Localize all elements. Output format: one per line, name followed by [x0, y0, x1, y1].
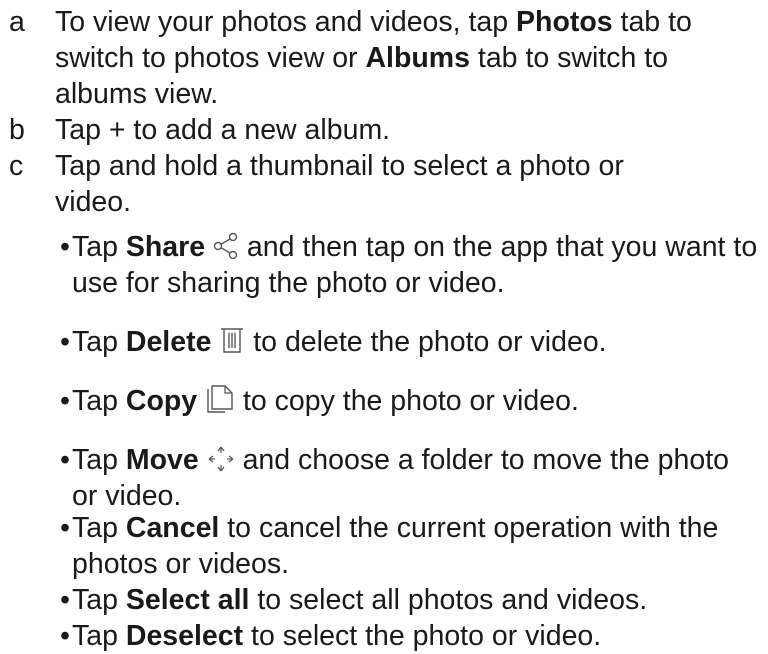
move-label: Move — [125, 444, 199, 476]
deselect-label: Deselect — [125, 620, 244, 652]
bullet-rest: to select the photo or video. — [243, 620, 602, 652]
photos-tab-label: Photos — [516, 6, 613, 38]
bullet-text: Tap Move and choose a folder to move the… — [72, 442, 760, 514]
bullet-prefix: Tap — [72, 231, 126, 263]
bullet-rest: to select all photos and videos. — [249, 584, 648, 616]
bullet-prefix: Tap — [72, 584, 126, 616]
step-text-part: To view your photos and videos, tap — [55, 6, 517, 38]
bullet-prefix: Tap — [72, 326, 126, 358]
step-text: Tap and hold a thumbnail to select a pho… — [55, 150, 624, 218]
cancel-label: Cancel — [125, 512, 220, 544]
bullet-prefix: Tap — [72, 385, 126, 417]
move-icon — [207, 445, 235, 473]
step-marker: a — [9, 6, 25, 38]
bullet-dot: • — [60, 326, 70, 358]
bullet-rest: to copy the photo or video. — [242, 385, 579, 417]
step-text: Tap + to add a new album. — [55, 114, 391, 146]
instruction-document: a To view your photos and videos, tap Ph… — [0, 0, 768, 653]
share-icon — [213, 232, 239, 260]
bullet-prefix: Tap — [72, 444, 126, 476]
bullet-text: Tap Deselect to select the photo or vide… — [72, 618, 760, 654]
bullet-dot: • — [60, 584, 70, 616]
bullet-text: Tap Delete to delete the photo or video. — [72, 324, 760, 360]
delete-label: Delete — [125, 326, 212, 358]
step-marker: b — [9, 114, 25, 146]
bullet-prefix: Tap — [72, 512, 126, 544]
bullet-dot: • — [60, 385, 70, 417]
bullet-dot: • — [60, 231, 70, 263]
bullet-text: Tap Share and then tap on the app that y… — [72, 229, 760, 301]
albums-tab-label: Albums — [365, 42, 470, 74]
bullet-dot: • — [60, 444, 70, 476]
bullet-text: Tap Copy to copy the photo or video. — [72, 383, 760, 419]
trash-icon — [219, 325, 245, 355]
copy-icon — [205, 384, 235, 414]
bullet-rest: to delete the photo or video. — [245, 326, 607, 358]
copy-label: Copy — [125, 385, 198, 417]
select-all-label: Select all — [125, 584, 250, 616]
bullet-text: Tap Select all to select all photos and … — [72, 582, 760, 618]
bullet-prefix: Tap — [72, 620, 126, 652]
share-label: Share — [125, 231, 206, 263]
step-text: To view your photos and videos, tap Phot… — [55, 4, 760, 112]
bullet-text: Tap Cancel to cancel the current operati… — [72, 510, 760, 582]
bullet-dot: • — [60, 512, 70, 544]
bullet-dot: • — [60, 620, 70, 652]
step-marker: c — [9, 150, 24, 182]
